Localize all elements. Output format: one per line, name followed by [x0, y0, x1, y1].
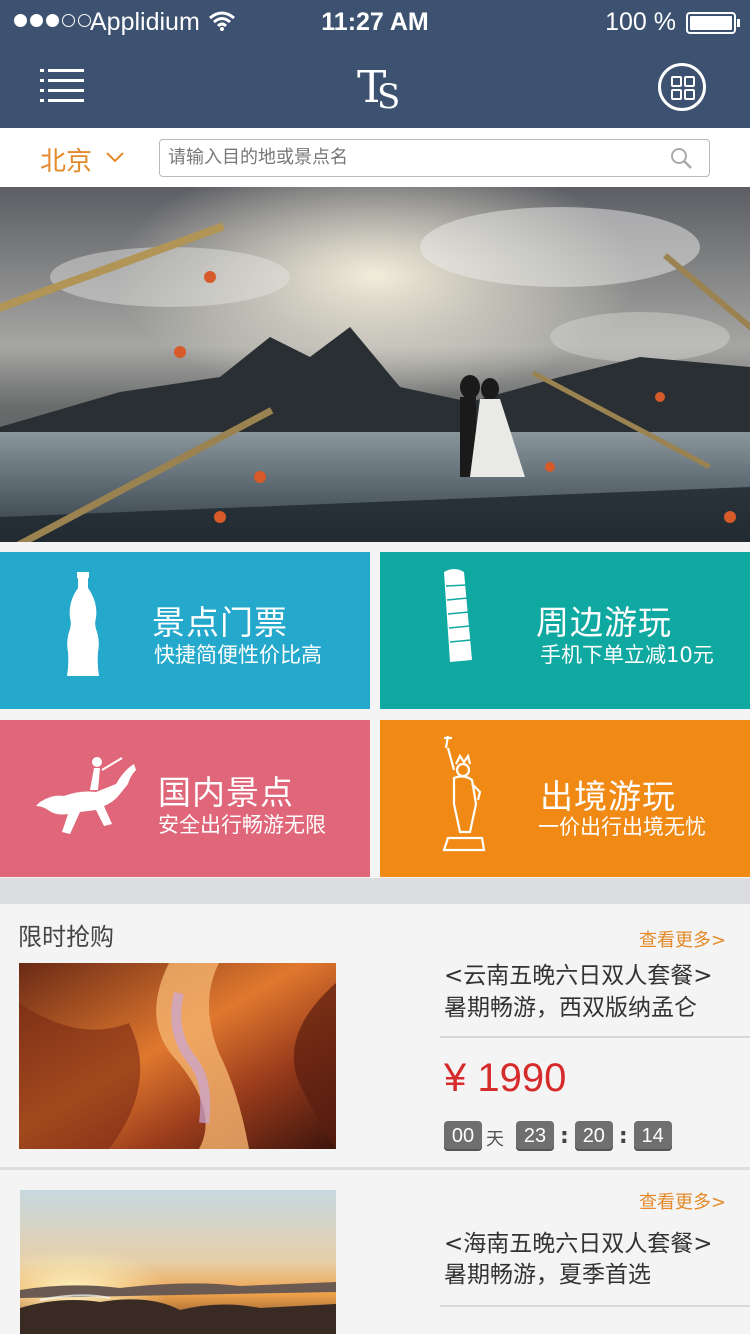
deal-title-line1[interactable]: <云南五晚六日双人套餐> — [444, 960, 713, 992]
countdown-seconds: 14 — [633, 1121, 672, 1151]
deal-row-separator — [0, 1167, 750, 1170]
deal-title-line2[interactable]: 暑期畅游，西双版纳孟仑 — [444, 992, 697, 1024]
top-nav-bar: T S — [0, 44, 750, 128]
search-icon[interactable] — [669, 146, 693, 170]
deal-price: ¥ 1990 — [444, 1056, 567, 1100]
search-input[interactable] — [160, 140, 650, 175]
countdown-days-unit: 天 — [486, 1129, 504, 1150]
category-tile-tickets[interactable]: 景点门票 快捷简便性价比高 — [0, 552, 370, 709]
deal-image-sunset-coast[interactable] — [20, 1190, 336, 1334]
deal-image-canyon[interactable] — [19, 963, 336, 1149]
status-bar: Applidium 11:27 AM 100 % — [0, 0, 750, 44]
search-bar: 北京 — [0, 128, 750, 187]
section-divider — [0, 878, 750, 904]
app-logo: T S — [357, 62, 400, 114]
deal-title-line1[interactable]: <海南五晚六日双人套餐> — [444, 1228, 713, 1260]
see-more-link[interactable]: 查看更多> — [639, 926, 726, 952]
grid-circle-icon[interactable] — [658, 63, 706, 111]
svg-text:S: S — [377, 77, 400, 114]
countdown-separator: : — [618, 1123, 628, 1149]
battery-icon — [686, 12, 740, 34]
search-box — [159, 139, 710, 177]
category-tile-abroad[interactable]: 出境游玩 一价出行出境无忧 — [380, 720, 750, 877]
category-title: 景点门票 — [152, 603, 288, 642]
bottle-icon — [67, 572, 99, 676]
countdown-days: 00 — [444, 1121, 482, 1151]
category-title: 国内景点 — [158, 773, 294, 812]
deal-divider — [440, 1036, 750, 1038]
leaning-tower-icon — [444, 569, 472, 662]
category-subtitle: 安全出行畅游无限 — [158, 813, 326, 837]
city-selector[interactable]: 北京 — [40, 141, 92, 178]
deal-divider — [440, 1305, 750, 1307]
category-subtitle: 一价出行出境无忧 — [538, 815, 706, 839]
deal-title-line2[interactable]: 暑期畅游，夏季首选 — [444, 1259, 651, 1291]
countdown-minutes: 20 — [574, 1121, 613, 1151]
category-subtitle: 手机下单立减10元 — [540, 643, 714, 667]
battery-percent: 100 % — [605, 8, 676, 36]
see-more-link[interactable]: 查看更多> — [639, 1188, 726, 1214]
category-tile-nearby[interactable]: 周边游玩 手机下单立减10元 — [380, 552, 750, 709]
countdown-timer: 00 天 23 : 20 : 14 — [444, 1121, 672, 1151]
menu-list-icon[interactable] — [40, 69, 84, 103]
category-subtitle: 快捷简便性价比高 — [154, 643, 322, 667]
statue-of-liberty-icon — [442, 735, 486, 852]
countdown-hours: 23 — [516, 1121, 554, 1151]
category-title: 周边游玩 — [536, 603, 672, 642]
category-tile-domestic[interactable]: 国内景点 安全出行畅游无限 — [0, 720, 370, 877]
horse-rider-icon — [36, 757, 136, 834]
chevron-down-icon[interactable] — [106, 151, 124, 163]
countdown-separator: : — [560, 1123, 569, 1149]
hero-banner-image[interactable] — [0, 187, 750, 542]
section-title: 限时抢购 — [18, 923, 114, 951]
